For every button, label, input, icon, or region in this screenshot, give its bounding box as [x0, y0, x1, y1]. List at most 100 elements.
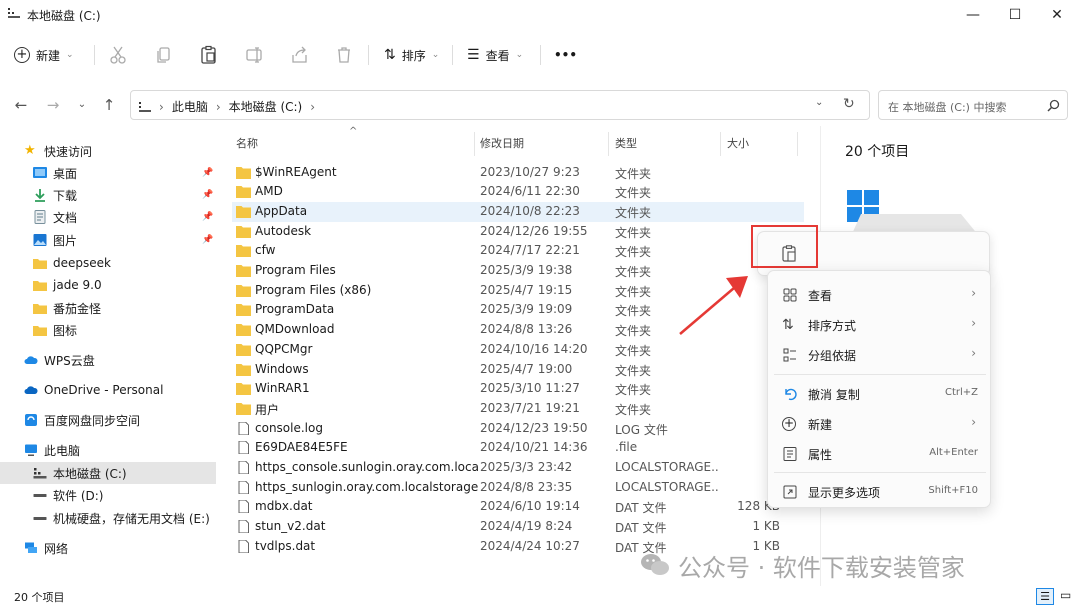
file-type: DAT 文件 [615, 521, 667, 536]
sort-button[interactable]: ⇅ 排序 ⌄ [384, 43, 439, 67]
sidebar-item-documents[interactable]: 文档 📌 [0, 206, 216, 228]
more-button[interactable]: ••• [554, 43, 577, 67]
details-view-toggle[interactable]: ☰ [1036, 588, 1054, 605]
tiles-view-toggle[interactable]: ▭ [1060, 588, 1071, 602]
table-row[interactable]: 用户 2023/7/21 19:21 文件夹 [232, 399, 804, 419]
view-button[interactable]: ☰ 查看 ⌄ [467, 43, 523, 67]
table-row[interactable]: AMD 2024/6/11 22:30 文件夹 [232, 182, 804, 202]
address-bar[interactable]: › 此电脑 › 本地磁盘 (C:) › ⌄ ↻ [130, 90, 870, 120]
cut-icon[interactable] [108, 45, 128, 65]
menu-item-undo-copy[interactable]: 撤消 复制 Ctrl+Z [768, 379, 992, 407]
sidebar-item-icons[interactable]: 图标 [0, 319, 216, 341]
table-row[interactable]: https_sunlogin.oray.com.localstorage 2024… [232, 478, 804, 498]
file-date: 2025/3/3 23:42 [480, 460, 573, 474]
menu-item-show-more-options[interactable]: 显示更多选项 Shift+F10 [768, 477, 992, 505]
menu-item-view[interactable]: 查看 › [768, 280, 992, 308]
table-row[interactable]: WinRAR1 2025/3/10 11:27 文件夹 [232, 379, 804, 399]
file-date: 2023/7/21 19:21 [480, 400, 580, 415]
file-name: https_console.sunlogin.oray.com.loca... [255, 460, 480, 474]
menu-item-sort-by[interactable]: ⇅ 排序方式 › [768, 310, 992, 338]
table-row[interactable]: cfw 2024/7/17 22:21 文件夹 [232, 241, 804, 261]
sidebar-item-quick-access[interactable]: ★ 快速访问 [0, 140, 216, 162]
search-input[interactable]: 在 本地磁盘 (C:) 中搜索 [878, 90, 1068, 120]
file-type: 文件夹 [615, 363, 652, 378]
table-row[interactable]: $WinREAgent 2023/10/27 9:23 文件夹 [232, 163, 804, 183]
file-name: https_sunlogin.oray.com.localstorage [255, 479, 479, 494]
folder-icon [236, 284, 251, 297]
table-row[interactable]: AppData 2024/10/8 22:23 文件夹 [232, 201, 804, 222]
table-row[interactable]: E69DAE84E5FE 2024/10/21 14:36 .file [232, 438, 804, 458]
minimize-button[interactable]: — [958, 4, 988, 26]
menu-item-properties[interactable]: 属性 Alt+Enter [768, 439, 992, 467]
table-row[interactable]: mdbx.dat 2024/6/10 19:14 DAT 文件 128 KB [232, 497, 804, 517]
table-row[interactable]: Autodesk 2024/12/26 19:55 文件夹 [232, 222, 804, 242]
menu-item-new[interactable]: + 新建 › [768, 409, 992, 437]
sidebar-item-onedrive[interactable]: OneDrive - Personal [0, 379, 216, 401]
forward-arrow-icon[interactable]: → [43, 95, 63, 115]
drive-icon [33, 494, 47, 497]
file-date: 2024/7/17 22:21 [480, 243, 580, 258]
sidebar-item-desktop[interactable]: 桌面 📌 [0, 162, 216, 184]
sidebar-item-d-drive[interactable]: 软件 (D:) [0, 484, 216, 506]
table-row[interactable]: console.log 2024/12/23 19:50 LOG 文件 [232, 419, 804, 439]
sort-icon: ⇅ [782, 317, 794, 333]
sidebar-item-jade[interactable]: jade 9.0 [0, 274, 216, 296]
sidebar-item-e-drive[interactable]: 机械硬盘，存储无用文档 (E:) [0, 507, 216, 529]
share-icon[interactable] [290, 45, 310, 65]
table-row[interactable]: QQPCMgr 2024/10/16 14:20 文件夹 [232, 340, 804, 360]
watermark: 公众号 · 软件下载安装管家 [640, 548, 965, 582]
column-header-name[interactable]: 名称 [236, 126, 258, 162]
folder-icon [236, 205, 251, 218]
file-type: LOCALSTORAGE... [615, 479, 720, 494]
paste-icon[interactable] [199, 45, 219, 65]
menu-item-label: 显示更多选项 [808, 486, 881, 500]
recent-locations-chevron-icon[interactable]: ⌄ [72, 95, 92, 115]
new-button[interactable]: + 新建 ⌄ [14, 43, 74, 67]
sidebar-item-fanqie[interactable]: 番茄金怪 [0, 297, 216, 319]
sidebar-item-c-drive[interactable]: 本地磁盘 (C:) [0, 462, 216, 484]
file-type: 文件夹 [615, 343, 652, 358]
sidebar-item-downloads[interactable]: 下载 📌 [0, 184, 216, 206]
sidebar-item-baidu-sync[interactable]: 百度网盘同步空间 [0, 409, 216, 431]
table-row[interactable]: https_console.sunlogin.oray.com.loca... 2… [232, 458, 804, 478]
details-item-count: 20 个项目 [845, 144, 910, 160]
search-icon [1047, 99, 1060, 112]
file-date: 2024/4/19 8:24 [480, 519, 573, 534]
column-header-size[interactable]: 大小 [727, 126, 749, 162]
refresh-icon[interactable]: ↻ [843, 96, 855, 112]
sidebar-item-wps-cloud[interactable]: WPS云盘 [0, 349, 216, 371]
copy-icon[interactable] [154, 45, 174, 65]
file-date: 2025/4/7 19:15 [480, 282, 573, 297]
sidebar-item-this-pc[interactable]: 此电脑 [0, 439, 216, 461]
close-button[interactable]: ✕ [1042, 4, 1072, 26]
file-type: DAT 文件 [615, 501, 667, 516]
chevron-down-icon: ⌄ [66, 50, 74, 60]
file-type: 文件夹 [615, 186, 652, 201]
breadcrumb-item-this-pc[interactable]: 此电脑 [172, 98, 208, 115]
drive-icon [33, 468, 47, 479]
new-icon: + [782, 416, 796, 431]
breadcrumb-item-c-drive[interactable]: 本地磁盘 (C:) [229, 98, 303, 115]
file-date: 2023/10/27 9:23 [480, 164, 580, 179]
delete-icon[interactable] [334, 45, 354, 65]
menu-item-group-by[interactable]: 分组依据 › [768, 340, 992, 368]
sidebar-item-deepseek[interactable]: deepseek [0, 252, 216, 274]
back-arrow-icon[interactable]: ← [11, 95, 31, 115]
sidebar-item-pictures[interactable]: 图片 📌 [0, 229, 216, 251]
table-row[interactable]: Windows 2025/4/7 19:00 文件夹 [232, 360, 804, 380]
address-dropdown-icon[interactable]: ⌄ [815, 97, 823, 108]
column-header-date[interactable]: 修改日期 [480, 126, 524, 162]
sort-label: 排序 [401, 48, 426, 63]
watermark-text: 公众号 · 软件下载安装管家 [678, 553, 965, 582]
folder-icon [33, 259, 47, 269]
rename-icon[interactable] [245, 45, 265, 65]
file-name: cfw [255, 243, 276, 258]
pin-icon: 📌 [202, 168, 214, 178]
file-type: .file [615, 440, 638, 455]
maximize-button[interactable]: ☐ [1000, 4, 1030, 26]
up-arrow-icon[interactable]: ↑ [99, 95, 119, 115]
column-header-type[interactable]: 类型 [615, 126, 637, 162]
table-row[interactable]: stun_v2.dat 2024/4/19 8:24 DAT 文件 1 KB [232, 517, 804, 537]
file-name: 用户 [255, 402, 280, 417]
sidebar-item-network[interactable]: 网络 [0, 537, 216, 559]
